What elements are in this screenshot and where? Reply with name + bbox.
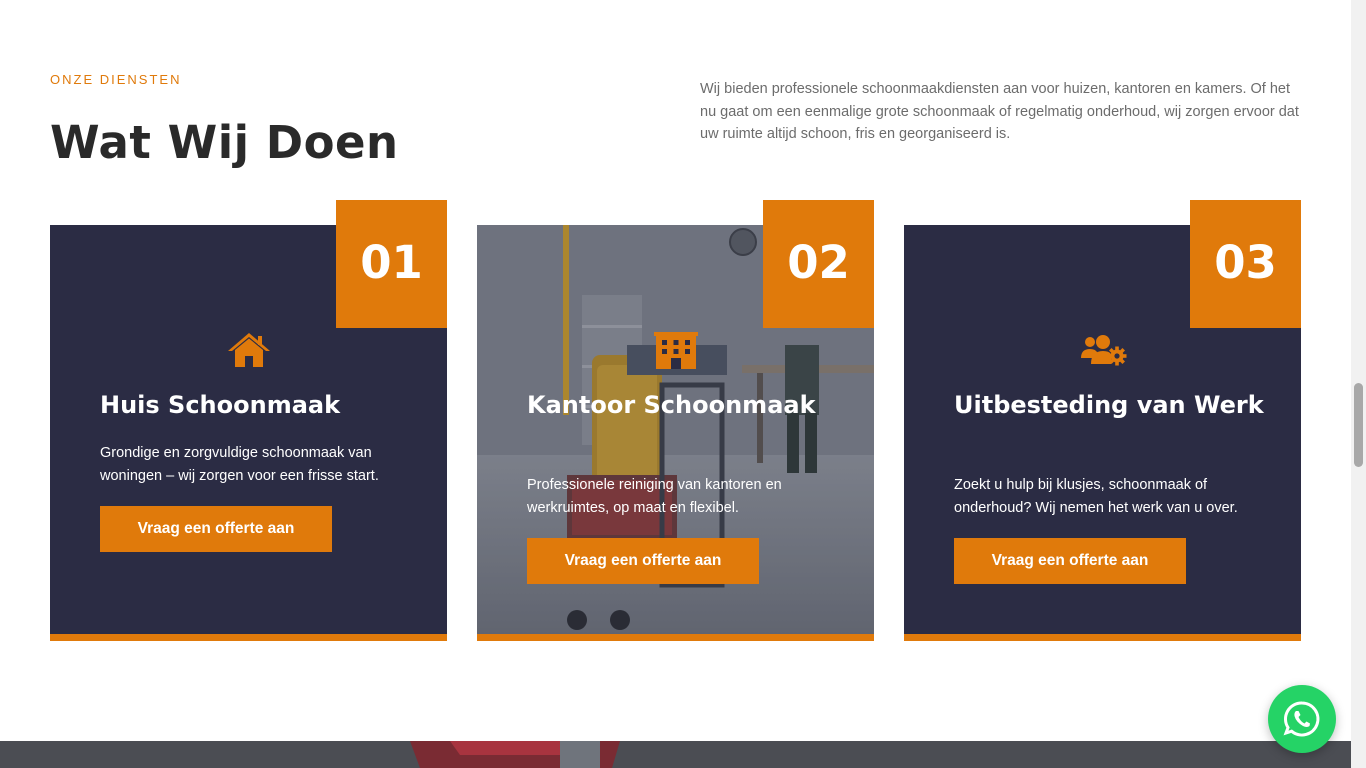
scrollbar-thumb[interactable] — [1354, 383, 1363, 467]
whatsapp-icon[interactable] — [1268, 685, 1336, 753]
service-card-outsourcing: 03 Uitbesteding van Werk Zoekt u hulp bi… — [904, 200, 1301, 641]
page: ONZE DIENSTEN Wat Wij Doen Wij bieden pr… — [0, 0, 1351, 768]
card-description: Zoekt u hulp bij klusjes, schoonmaak of … — [954, 477, 1238, 516]
service-card-office: 02 Kantoor Schoonmaak Professionele rein… — [477, 200, 874, 641]
quote-button[interactable]: Vraag een offerte aan — [954, 538, 1186, 584]
card-number: 03 — [1190, 200, 1301, 328]
section-eyebrow: ONZE DIENSTEN — [50, 72, 182, 87]
card-title: Huis Schoonmaak — [100, 391, 341, 419]
card-title: Kantoor Schoonmaak — [527, 391, 816, 419]
card-accent-bar — [904, 634, 1301, 641]
card-description: Professionele reiniging van kantoren en … — [527, 477, 782, 516]
quote-button[interactable]: Vraag een offerte aan — [100, 506, 332, 552]
users-gear-icon — [1079, 330, 1127, 370]
card-number: 01 — [336, 200, 447, 328]
card-accent-bar — [477, 634, 874, 641]
quote-button[interactable]: Vraag een offerte aan — [527, 538, 759, 584]
card-number: 02 — [763, 200, 874, 328]
section-heading: Wat Wij Doen — [50, 116, 399, 169]
card-accent-bar — [50, 634, 447, 641]
card-title: Uitbesteding van Werk — [954, 391, 1264, 419]
service-card-house: 01 Huis Schoonmaak Grondige en zorgvuldi… — [50, 200, 447, 641]
page-scrollbar[interactable] — [1351, 0, 1366, 768]
house-icon — [225, 330, 273, 370]
next-section-image — [0, 741, 1351, 768]
section-intro: Wij bieden professionele schoonmaakdiens… — [700, 81, 1299, 142]
card-description: Grondige en zorgvuldige schoonmaak van w… — [100, 445, 379, 484]
office-building-icon — [652, 330, 700, 370]
